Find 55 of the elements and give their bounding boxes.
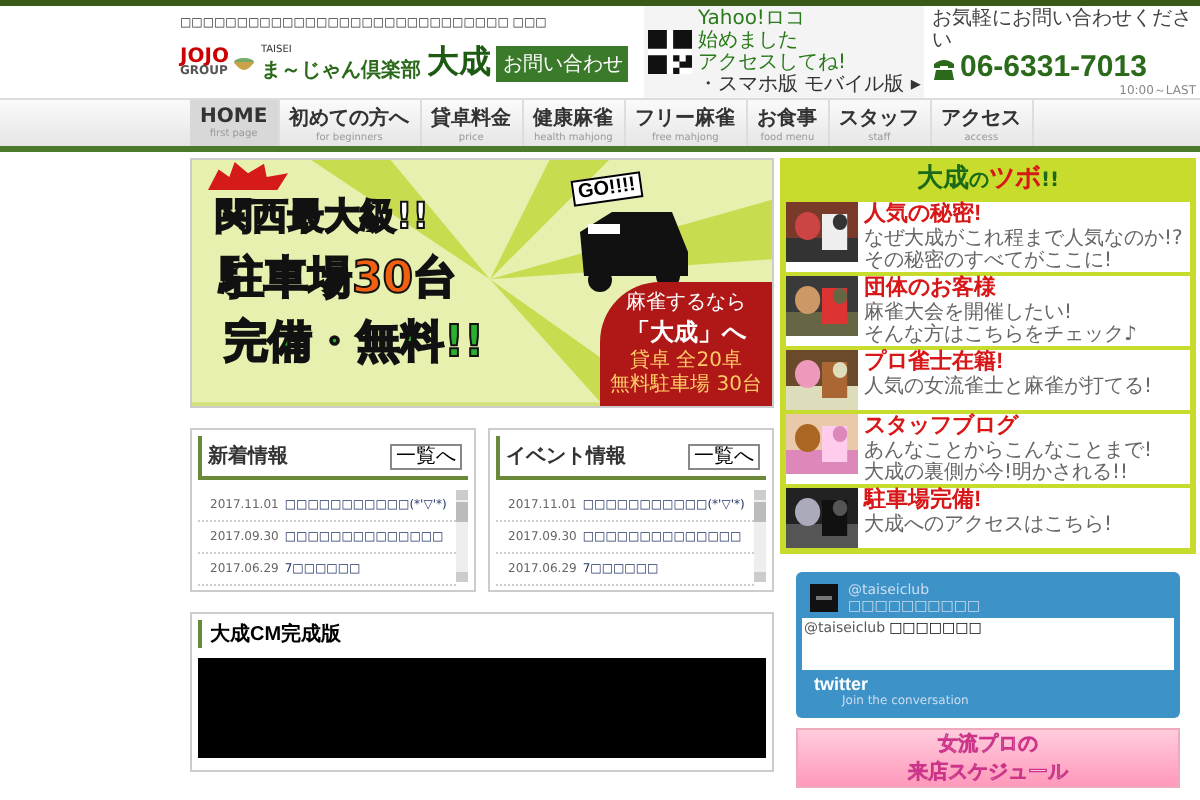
promo-text: 貸卓 全20卓 [630,350,742,373]
headline: 関西最大級!! [216,194,429,240]
mobile-link[interactable]: ・スマホ版 モバイル版 ▸ [698,74,921,96]
list-button[interactable]: 一覧へ [390,443,462,469]
section-title: イベント情報 [506,443,626,470]
headline: 完備・無料!! [224,316,485,372]
promo-text: 「大成」へ [626,316,746,349]
feature-title: 団体のお客様 [864,276,998,301]
nav-label: お食事 [757,105,818,131]
yahoo-text: 始めました [698,30,798,52]
feature-text: 大成へのアクセスはこちら! [864,514,1113,536]
section-title: 新着情報 [208,442,288,470]
section-title: 大成CM完成版 [198,620,766,648]
video-player[interactable] [198,658,766,758]
feature-text: 人気の女流雀士と麻雀が打てる! [864,376,1153,398]
contact-button[interactable]: お問い合わせ [496,45,629,81]
feature-title: 人気の秘密! [864,202,984,227]
list-button[interactable]: 一覧へ [688,443,760,469]
scrollbar[interactable] [456,490,468,582]
nav-label: 初めての方へ [289,104,410,131]
burst-icon [208,162,288,190]
nav-label: アクセス [941,105,1022,131]
feature-title: プロ雀士在籍! [864,350,1006,375]
yahoo-text: Yahoo!ロコ [698,8,805,30]
nav-label: 貸卓料金 [431,104,512,131]
feature-link[interactable]: 団体のお客様 麻雀大会を開催したい! そんな方はこちらをチェック♪ [786,276,1190,346]
nav-label: HOME [200,106,268,128]
nav-label: 健康麻雀 [533,104,614,131]
feature-title: 駐車場完備! [864,488,984,513]
promo-text: 無料駐車場 30台 [610,374,762,398]
phone-number: 06-6331-7013 [960,52,1147,84]
brand-name: ま～じゃん倶楽部 [260,57,421,83]
feature-text: 麻雀大会を開催したい! [864,302,1075,324]
feature-text: 大成の裏側が今!明かされる!! [864,462,1131,484]
feature-link[interactable]: 人気の秘密! なぜ大成がこれ程まで人気なのか!? その秘密のすべてがここに! [786,202,1190,272]
headline: 駐車場30台 [220,252,458,308]
feature-text: なぜ大成がこれ程まで人気なのか!? [864,228,1183,250]
phone-note: お気軽にお問い合わせください [932,8,1194,52]
yahoo-text: アクセスしてね! [698,52,847,74]
brand-title: 大成 [426,43,491,84]
feature-link[interactable]: スタッフブログ あんなことからこんなことまで! 大成の裏側が今!明かされる!! [786,414,1190,484]
nav-label: スタッフ [839,105,920,131]
section-title: 大成のツボ!! [916,164,1060,194]
nav-label: フリー麻雀 [635,104,736,131]
scrollbar[interactable] [754,490,766,582]
twitter-logo: twitter [814,674,870,694]
feature-link[interactable]: 駐車場完備! 大成へのアクセスはこちら! [786,488,1190,548]
promo-text: 麻雀するなら [626,292,746,316]
bowl-icon [234,55,255,71]
feature-text: あんなことからこんなことまで! [864,440,1153,462]
feature-title: スタッフブログ [864,414,1021,440]
phone-icon [932,57,956,79]
feature-link[interactable]: プロ雀士在籍! 人気の女流雀士と麻雀が打てる! [786,350,1190,410]
feature-text: その秘密のすべてがここに! [864,250,1115,272]
feature-text: そんな方はこちらをチェック♪ [864,324,1137,346]
